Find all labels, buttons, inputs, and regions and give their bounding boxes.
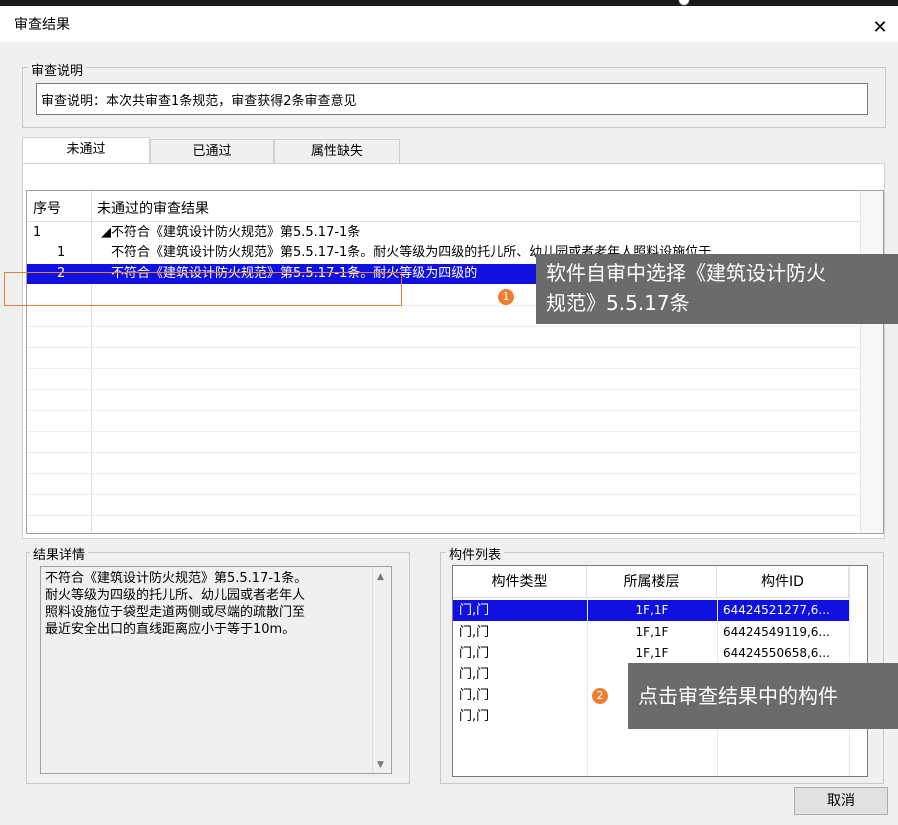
row-index: 1 [57, 245, 66, 260]
column-divider [587, 598, 588, 776]
scroll-up-icon[interactable]: ▲ [377, 569, 384, 586]
cell-floor: 1F,1F [635, 603, 669, 617]
cell-type: 门,门 [459, 603, 490, 618]
results-scrollbar[interactable] [860, 191, 883, 533]
results-grid: 序号 未通过的审查结果 1 ◢不符合《建筑设计防火规范》第5.5.17-1条 1… [26, 190, 884, 534]
details-legend: 结果详情 [30, 544, 89, 563]
grid-line [27, 431, 863, 432]
grid-line [27, 389, 863, 390]
header-floor: 所属楼层 [587, 566, 717, 598]
callout-one-line1: 软件自审中选择《建筑设计防火 [546, 261, 826, 285]
result-group-row[interactable]: 1 ◢不符合《建筑设计防火规范》第5.5.17-1条 [27, 223, 863, 243]
tab-passed[interactable]: 已通过 [150, 139, 274, 163]
details-text: 不符合《建筑设计防火规范》第5.5.17-1条。 耐火等级为四级的托儿所、幼儿园… [40, 566, 392, 774]
component-row[interactable]: 门,门 1F,1F 64424550658,6... [453, 643, 849, 664]
cell-id: 64424549119,6... [723, 625, 830, 639]
details-line: 最近安全出口的直线距离应小于等于10m。 [45, 622, 296, 637]
details-scrollbar[interactable]: ▲ ▼ [372, 567, 391, 773]
cell-type: 门,门 [459, 646, 490, 661]
description-text: 审查说明：本次共审查1条规范，审查获得2条审查意见 [36, 83, 868, 115]
header-id: 构件ID [717, 566, 849, 598]
cancel-button[interactable]: 取消 [794, 787, 888, 815]
cell-type: 门,门 [459, 625, 490, 640]
grid-line [27, 473, 863, 474]
grid-line [27, 494, 863, 495]
tab-failed[interactable]: 未通过 [22, 137, 150, 164]
cell-type: 门,门 [459, 688, 490, 703]
cell-type: 门,门 [459, 667, 490, 682]
row-index: 1 [33, 225, 42, 240]
window-title: 审查结果 [14, 17, 70, 33]
grid-line [27, 347, 863, 348]
cell-id: 64424550658,6... [723, 646, 830, 660]
details-line: 照料设施位于袋型走道两侧或尽端的疏散门至 [45, 605, 306, 620]
cell-id: 64424521277,6... [723, 603, 830, 617]
callout-two: 点击审查结果中的构件 [628, 663, 898, 729]
grid-line [27, 515, 863, 516]
row-text: ◢不符合《建筑设计防火规范》第5.5.17-1条 [101, 225, 361, 240]
results-header: 序号 未通过的审查结果 [27, 191, 883, 222]
cell-type: 门,门 [459, 709, 490, 724]
details-line: 不符合《建筑设计防火规范》第5.5.17-1条。 [45, 571, 308, 586]
title-bar: 审查结果 ✕ [0, 6, 898, 42]
grid-line [27, 410, 863, 411]
description-legend: 审查说明 [28, 60, 87, 79]
close-icon[interactable]: ✕ [868, 16, 892, 40]
scroll-down-icon[interactable]: ▼ [377, 757, 384, 774]
components-legend: 构件列表 [446, 544, 505, 563]
highlight-box [4, 272, 402, 306]
badge-one: 1 [498, 289, 514, 305]
cell-floor: 1F,1F [635, 625, 669, 639]
grid-line [27, 452, 863, 453]
grid-line [27, 368, 863, 369]
component-row-selected[interactable]: 门,门 1F,1F 64424521277,6... [453, 600, 849, 621]
header-result: 未通过的审查结果 [97, 201, 209, 217]
grid-line [27, 326, 863, 327]
header-index: 序号 [33, 201, 61, 217]
callout-one-line2: 规范》5.5.17条 [546, 291, 690, 315]
badge-two: 2 [592, 688, 608, 704]
tab-missing-attributes[interactable]: 属性缺失 [274, 139, 400, 163]
header-type: 构件类型 [453, 566, 587, 598]
cell-floor: 1F,1F [635, 646, 669, 660]
component-row[interactable]: 门,门 1F,1F 64424549119,6... [453, 622, 849, 643]
details-line: 耐火等级为四级的托儿所、幼儿园或者老年人 [45, 588, 306, 603]
callout-one: 软件自审中选择《建筑设计防火 规范》5.5.17条 [536, 254, 898, 324]
